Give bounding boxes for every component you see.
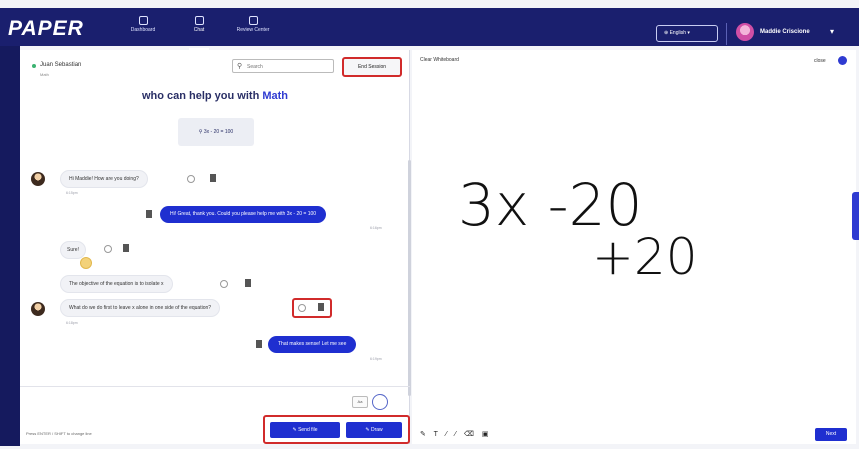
message-time: 6:18pm — [66, 321, 78, 325]
bookmark-icon[interactable] — [245, 279, 251, 287]
help-heading-subject: Math — [262, 90, 289, 102]
draw-label: Draw — [370, 427, 383, 433]
draw-button[interactable]: ✎ Draw — [346, 422, 402, 438]
user-name: Maddie Criscione — [760, 29, 810, 35]
tutor-name: Juan Sebastian — [40, 62, 82, 68]
message-bubble-tutor: Sure! — [60, 241, 86, 259]
whiteboard-panel[interactable]: Clear Whiteboard close 3x -20 +20 ✎ T ⁄ … — [412, 50, 856, 444]
emoji-reaction-icon — [80, 257, 92, 269]
nav-chat-label: Chat — [193, 27, 205, 33]
chat-scrollbar[interactable] — [408, 160, 411, 396]
reaction-icon[interactable] — [298, 304, 306, 312]
whiteboard-line-2: +20 — [592, 228, 698, 286]
whiteboard-toolbar[interactable]: ✎ T ⁄ ⁄ ⌫ ▣ — [420, 430, 491, 440]
bookmark-icon[interactable] — [318, 303, 324, 311]
nav-dashboard[interactable]: Dashboard — [118, 16, 168, 44]
whiteboard-side-tab[interactable] — [852, 192, 859, 240]
nav-chat[interactable]: Chat — [174, 16, 224, 50]
help-heading-prefix: who can help you with — [141, 90, 263, 102]
composer-hint: Press ENTER / SHIFT to change line — [26, 431, 92, 436]
bookmark-icon[interactable] — [123, 244, 129, 252]
reaction-icon[interactable] — [104, 245, 112, 253]
message-bubble-tutor: The objective of the equation is to isol… — [60, 275, 173, 293]
message-bubble-tutor: What do we do first to leave x alone in … — [60, 299, 221, 317]
message-time: 6:15pm — [66, 191, 78, 195]
reaction-icon[interactable] — [187, 175, 195, 183]
language-select[interactable]: ⊕ English ▾ — [656, 25, 718, 42]
dashboard-icon — [138, 16, 148, 25]
reaction-icon[interactable] — [220, 280, 228, 288]
nav-review-center[interactable]: Review Center — [228, 16, 278, 44]
format-button[interactable]: Aa — [352, 396, 368, 408]
composer-divider — [20, 386, 410, 387]
message-bubble-student: That makes sense! Let me see — [268, 336, 357, 353]
search-icon: ⚲ — [237, 63, 243, 70]
bookmark-icon[interactable] — [256, 340, 262, 348]
bookmark-icon[interactable] — [210, 174, 216, 182]
send-file-button[interactable]: ✎ Send file — [270, 422, 340, 438]
tutor-avatar — [31, 302, 45, 316]
nav-divider — [726, 23, 727, 45]
message-bubble-student: Hi! Great, thank you. Could you please h… — [160, 206, 327, 223]
tutor-avatar — [31, 172, 45, 186]
emoji-picker-icon[interactable] — [372, 394, 388, 410]
message-time: 6:16pm — [370, 226, 382, 230]
chat-search[interactable]: ⚲ — [232, 59, 334, 73]
equation-text: 3x - 20 = 100 — [203, 129, 234, 135]
message-bubble-tutor: Hi Maddie! How are you doing? — [60, 170, 148, 188]
review-center-icon — [248, 16, 258, 25]
chat-icon — [194, 16, 204, 25]
tutor-subject: Math — [40, 72, 49, 77]
chat-panel: Juan Sebastian Math ⚲ End Session who ca… — [20, 50, 411, 444]
nav-dashboard-label: Dashboard — [130, 27, 156, 33]
online-status-icon — [32, 64, 36, 68]
user-menu-caret-icon[interactable]: ▾ — [830, 27, 834, 36]
next-button[interactable]: Next — [815, 428, 847, 441]
paper-logo[interactable]: PAPER — [8, 18, 100, 40]
help-heading: who can help you with Math — [20, 90, 410, 102]
left-accent-strip — [0, 46, 20, 446]
language-label: English — [669, 30, 686, 36]
search-input[interactable] — [247, 62, 331, 71]
end-session-button[interactable]: End Session — [342, 57, 402, 77]
equation-chip: ⚲ 3x - 20 = 100 — [178, 118, 254, 146]
send-file-label: Send file — [298, 427, 318, 433]
message-time: 6:19pm — [370, 357, 382, 361]
bookmark-icon[interactable] — [146, 210, 152, 218]
app-frame: PAPER Dashboard Chat Review Center ⊕ Eng… — [0, 0, 859, 449]
user-avatar[interactable] — [736, 23, 754, 41]
whiteboard-canvas[interactable]: 3x -20 +20 — [412, 50, 856, 444]
nav-review-center-label: Review Center — [236, 27, 270, 33]
top-nav-bar: PAPER Dashboard Chat Review Center ⊕ Eng… — [0, 8, 859, 50]
